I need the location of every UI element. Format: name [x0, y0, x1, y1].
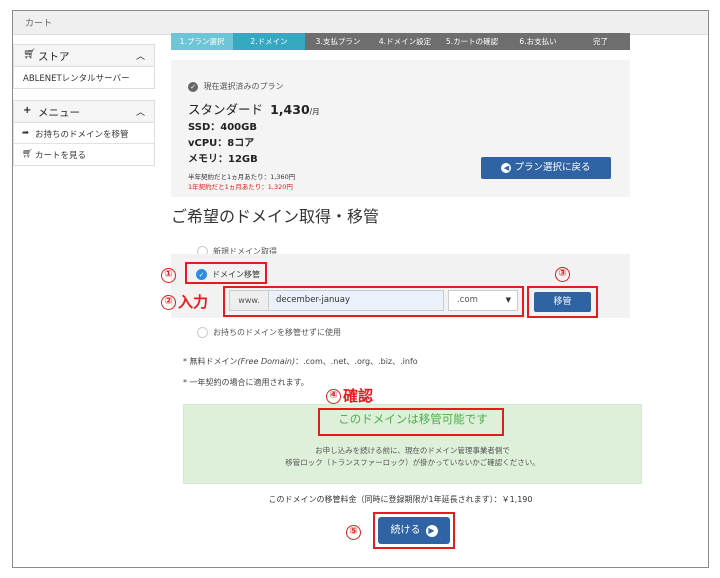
cart-icon: 🛒︎ — [22, 149, 33, 159]
store-panel-title: ストア — [38, 51, 70, 63]
menu-panel-header[interactable]: + メニュー ︿ — [14, 101, 154, 123]
annotation-box-2 — [223, 286, 524, 317]
sidebar-item-ablenet[interactable]: ABLENETレンタルサーバー — [14, 67, 154, 88]
annotation-2: ② 入力 — [161, 291, 208, 312]
step-cart-review: 5.カートの確認 — [445, 37, 499, 46]
price-half-year: 半年契約だと1ヵ月あたり：1,360円 — [188, 173, 296, 181]
annotation-3: ③ — [555, 264, 570, 283]
share-arrow-icon: ➦ — [22, 128, 30, 138]
chevron-up-icon[interactable]: ︿ — [136, 49, 145, 62]
annotation-1: ① — [161, 265, 176, 284]
sidebar-item-label: ABLENETレンタルサーバー — [23, 74, 130, 84]
free-domain-note: * 無料ドメイン(Free Domain)：.com、.net、.org、.bi… — [183, 357, 418, 366]
step-payment-plan: 3.支払プラン — [315, 37, 361, 46]
option-existing-domain-label[interactable]: お持ちのドメインを移管せずに使用 — [213, 327, 341, 338]
plus-icon: + — [23, 105, 32, 116]
window-title: カート — [25, 19, 53, 29]
plan-spec-ssd: SSD：400GB — [188, 122, 257, 133]
annotation-box-5 — [373, 512, 455, 549]
plan-price: 1,430 — [270, 102, 310, 117]
selected-plan-box: ✓ 現在選択済みのプラン スタンダード 1,430/月 SSD：400GB vC… — [171, 60, 630, 197]
annotation-5: ⑤ — [346, 522, 361, 541]
arrow-left-circle-icon: ◀ — [501, 163, 512, 173]
check-circle-icon: ✓ — [188, 82, 198, 92]
step-plan: 1.プラン選択 — [171, 33, 233, 50]
step-complete: 完了 — [593, 37, 608, 46]
step-payment: 6.お支払い — [519, 37, 557, 46]
store-panel: 🛒︎ ストア ︿ ABLENETレンタルサーバー — [13, 44, 155, 89]
confirm-line-1: お申し込みを続ける前に、現在のドメイン管理事業者側で — [315, 446, 510, 455]
menu-panel: + メニュー ︿ ➦ お持ちのドメインを移管 🛒︎ カートを見る — [13, 100, 155, 166]
yearly-note: * 一年契約の場合に適用されます。 — [183, 378, 309, 387]
chevron-up-icon[interactable]: ︿ — [136, 105, 145, 118]
annotation-box-1 — [185, 262, 267, 284]
cart-icon: 🛒︎ — [23, 49, 36, 60]
sidebar-item-label: お持ちのドメインを移管 — [35, 130, 129, 140]
plan-name: スタンダード — [188, 102, 264, 117]
section-title: ご希望のドメイン取得・移管 — [171, 207, 380, 226]
radio-existing-domain[interactable] — [197, 327, 208, 338]
plan-header: ✓ 現在選択済みのプラン — [188, 81, 284, 92]
transfer-fee: このドメインの移管料金（同時に登録期限が1年延長されます）：￥1,190 — [268, 495, 533, 504]
progress-steps: 1.プラン選択 2.ドメイン 3.支払プラン 4.ドメイン設定 5.カートの確認… — [171, 33, 630, 50]
sidebar-item-label: カートを見る — [35, 151, 87, 161]
sidebar-item-view-cart[interactable]: 🛒︎ カートを見る — [14, 144, 154, 165]
step-domain-settings: 4.ドメイン設定 — [378, 37, 432, 46]
sidebar-item-transfer-domain[interactable]: ➦ お持ちのドメインを移管 — [14, 123, 154, 144]
title-bar: カート — [13, 11, 708, 35]
plan-spec-memory: メモリ：12GB — [188, 154, 258, 165]
confirm-line-2: 移管ロック（トランスファーロック）が掛かっていないかご確認ください。 — [285, 458, 540, 467]
annotation-box-3 — [527, 286, 598, 318]
back-to-plan-button[interactable]: ◀ プラン選択に戻る — [481, 157, 611, 179]
step-domain: 2.ドメイン — [233, 33, 305, 50]
menu-panel-title: メニュー — [38, 107, 80, 119]
annotation-4: ④ 確認 — [326, 385, 373, 406]
plan-spec-cpu: vCPU：8コア — [188, 138, 255, 149]
plan-price-unit: /月 — [309, 107, 320, 116]
annotation-box-4 — [318, 408, 504, 436]
store-panel-header[interactable]: 🛒︎ ストア ︿ — [14, 45, 154, 67]
plan-name-price: スタンダード 1,430/月 — [188, 99, 320, 118]
price-one-year: 1年契約だと1ヵ月あたり：1,320円 — [188, 183, 293, 191]
